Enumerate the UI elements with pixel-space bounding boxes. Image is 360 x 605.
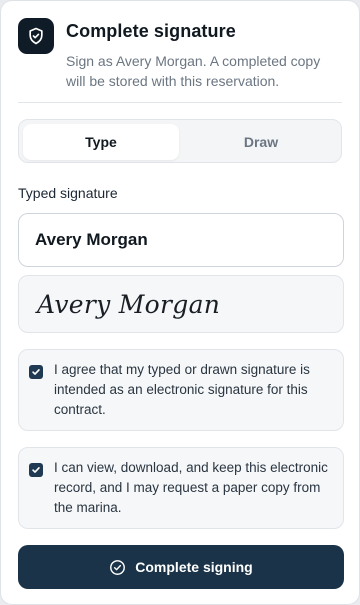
signature-mode-tabs: Type Draw [18,119,342,163]
consent-electronic-record-checkbox[interactable] [29,463,43,477]
consent-electronic-record-text: I can view, download, and keep this elec… [54,460,328,515]
signature-preview: Avery Morgan [18,275,344,333]
consent-esignature-text: I agree that my typed or drawn signature… [54,362,310,417]
consent-electronic-record: I can view, download, and keep this elec… [18,447,344,529]
tab-draw[interactable]: Draw [183,124,339,160]
signature-card: Complete signature Sign as Avery Morgan.… [0,0,360,605]
typed-signature-label: Typed signature [18,185,118,201]
signature-preview-text: Avery Morgan [37,290,221,319]
consent-esignature-checkbox[interactable] [29,365,43,379]
check-icon [32,467,40,473]
header-divider [18,102,342,103]
page-subtitle: Sign as Avery Morgan. A completed copy w… [66,53,321,89]
page-title: Complete signature [66,21,236,41]
complete-signing-button[interactable]: Complete signing [18,545,344,589]
check-icon [32,369,40,375]
complete-signing-label: Complete signing [135,559,253,575]
check-circle-icon [109,559,126,576]
typed-signature-input[interactable] [18,213,344,267]
tab-type[interactable]: Type [23,124,179,160]
consent-esignature: I agree that my typed or drawn signature… [18,349,344,431]
shield-check-icon [18,18,54,54]
